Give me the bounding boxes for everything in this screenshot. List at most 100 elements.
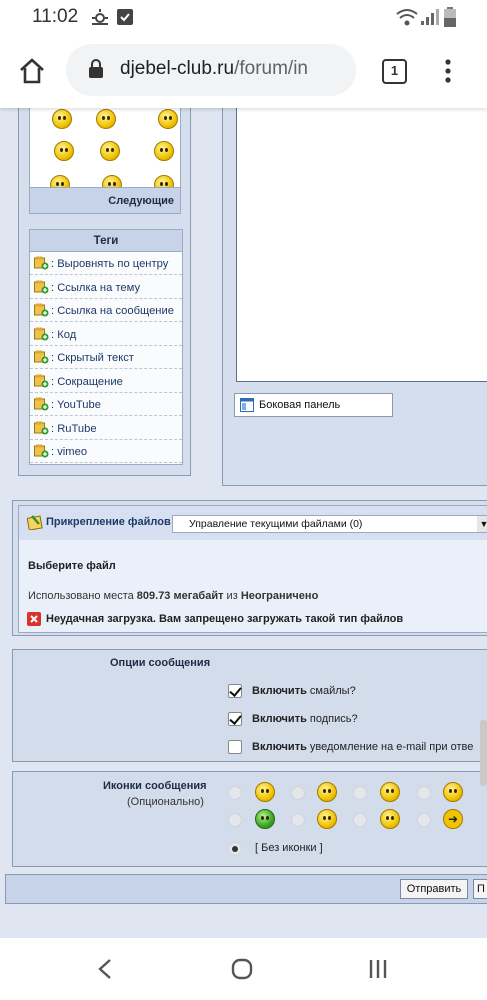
tag-item-label: : Ссылка на сообщение bbox=[51, 305, 174, 317]
icon-radio[interactable] bbox=[417, 786, 431, 800]
message-icons-frame: Иконки сообщения (Опционально) ➜ [ Без и… bbox=[12, 771, 487, 867]
tag-insert-icon bbox=[34, 374, 49, 387]
message-icon-smile[interactable] bbox=[255, 782, 275, 802]
tag-item-label: : Скрытый текст bbox=[51, 352, 134, 364]
upload-error-message: Неудачная загрузка. Вам запрещено загруж… bbox=[46, 613, 404, 625]
message-icons-title: Иконки сообщения bbox=[103, 780, 207, 792]
tag-insert-icon bbox=[34, 280, 49, 293]
status-time: 11:02 bbox=[32, 6, 79, 27]
message-icon-cool[interactable] bbox=[380, 809, 400, 829]
message-icon-annoyed[interactable] bbox=[380, 782, 400, 802]
manage-files-select-value: Управление текущими файлами (0) bbox=[189, 518, 363, 530]
tag-item[interactable]: : Код bbox=[30, 324, 182, 346]
option-label-bold: Включить bbox=[252, 713, 307, 725]
option-label-bold: Включить bbox=[252, 741, 307, 753]
action-bar: Отправить П bbox=[5, 874, 487, 904]
message-options-title: Опции сообщения bbox=[110, 657, 211, 669]
system-nav-bar bbox=[0, 938, 487, 1000]
tag-insert-icon bbox=[34, 350, 49, 364]
no-icon-radio[interactable] bbox=[228, 842, 242, 856]
message-icon-arrow[interactable]: ➜ bbox=[443, 809, 463, 829]
sidebar-panel-icon bbox=[240, 398, 254, 412]
smiley-icon[interactable] bbox=[154, 141, 174, 161]
option-checkbox[interactable] bbox=[228, 740, 242, 754]
smiley-icon[interactable] bbox=[96, 109, 116, 129]
option-checkbox[interactable] bbox=[228, 712, 242, 726]
home-circle-icon[interactable] bbox=[231, 958, 253, 980]
tag-item[interactable]: : Сокращение bbox=[30, 371, 182, 393]
tag-insert-icon bbox=[34, 303, 49, 317]
icon-radio[interactable] bbox=[228, 786, 242, 800]
tab-switcher-button[interactable]: 1 bbox=[382, 59, 407, 84]
tag-item[interactable]: : Ссылка на сообщение bbox=[30, 300, 182, 322]
icon-radio[interactable] bbox=[417, 813, 431, 827]
signal-icon bbox=[421, 9, 439, 25]
tag-item-label: : RuTube bbox=[51, 422, 97, 435]
choose-file-label[interactable]: Выберите файл bbox=[28, 560, 116, 572]
tags-panel: Теги : Выровнять по центру : Ссылка на те… bbox=[29, 229, 183, 465]
smilies-next-link[interactable]: Следующие bbox=[30, 187, 180, 213]
page-content: Следующие Теги : Выровнять по центру : Сс… bbox=[0, 108, 487, 938]
tag-item[interactable]: : Ссылка на тему bbox=[30, 277, 182, 299]
storage-usage-mid: из bbox=[223, 590, 241, 602]
tag-item[interactable]: : YouTube bbox=[30, 394, 182, 416]
tag-insert-icon bbox=[34, 327, 49, 340]
scrollbar-thumb[interactable] bbox=[480, 720, 487, 786]
preview-button[interactable]: П bbox=[473, 879, 487, 899]
smiley-icon[interactable] bbox=[100, 141, 120, 161]
option-label[interactable]: Включить подпись? bbox=[252, 713, 358, 725]
smilies-panel: Следующие bbox=[29, 108, 181, 214]
option-label-bold: Включить bbox=[252, 685, 307, 697]
tag-item[interactable]: : vimeo bbox=[30, 441, 182, 463]
option-label-rest: уведомление на e-mail при отве bbox=[306, 741, 474, 753]
attachments-panel: Прикрепление файлов Управление текущими … bbox=[18, 505, 487, 633]
url-text: djebel-club.ru/forum/in bbox=[120, 58, 308, 80]
tags-title: Теги bbox=[30, 230, 182, 252]
sidebar-toggle-button[interactable]: Боковая панель bbox=[234, 393, 393, 417]
message-icon-sick[interactable] bbox=[255, 809, 275, 829]
option-label-rest: подпись? bbox=[306, 713, 358, 725]
submit-button[interactable]: Отправить bbox=[400, 879, 468, 899]
tag-item[interactable]: : Скрытый текст bbox=[30, 347, 182, 369]
tag-item-label: : YouTube bbox=[51, 399, 101, 411]
address-bar[interactable]: djebel-club.ru/forum/in bbox=[66, 44, 356, 96]
home-icon[interactable] bbox=[18, 57, 46, 85]
tag-item[interactable]: : Выровнять по центру bbox=[30, 253, 182, 275]
status-bar: 11:02 bbox=[0, 0, 487, 36]
smiley-icon[interactable] bbox=[52, 109, 72, 129]
tag-insert-icon bbox=[34, 397, 49, 411]
recents-icon[interactable] bbox=[368, 958, 388, 980]
tag-insert-icon bbox=[34, 256, 49, 270]
icon-radio[interactable] bbox=[353, 786, 367, 800]
weather-icon bbox=[92, 9, 108, 25]
tag-insert-icon bbox=[34, 444, 49, 458]
smiley-icon[interactable] bbox=[158, 109, 178, 129]
storage-usage-value: 809.73 мегабайт bbox=[136, 590, 224, 602]
tag-item-label: : Ссылка на тему bbox=[51, 281, 141, 294]
tag-item-label: : vimeo bbox=[51, 446, 88, 458]
tag-item-label: : Выровнять по центру bbox=[51, 258, 169, 270]
back-icon[interactable] bbox=[97, 958, 113, 980]
message-icon-tongue[interactable] bbox=[443, 782, 463, 802]
tag-item[interactable]: : RuTube bbox=[30, 418, 182, 440]
attachments-label: Прикрепление файлов bbox=[46, 516, 171, 528]
icon-radio[interactable] bbox=[228, 813, 242, 827]
storage-usage: Использовано места 809.73 мегабайт из Не… bbox=[28, 590, 318, 602]
tag-item-label: : Код bbox=[51, 328, 77, 341]
menu-dots-icon[interactable] bbox=[444, 58, 452, 86]
storage-usage-prefix: Использовано места bbox=[28, 590, 137, 602]
icon-radio[interactable] bbox=[353, 813, 367, 827]
smiley-icon[interactable] bbox=[54, 141, 74, 161]
option-label[interactable]: Включить смайлы? bbox=[252, 685, 356, 697]
message-icon-frown[interactable] bbox=[317, 782, 337, 802]
message-icon-confused[interactable] bbox=[317, 809, 337, 829]
message-textarea[interactable] bbox=[236, 108, 487, 382]
option-checkbox[interactable] bbox=[228, 684, 242, 698]
no-icon-label: [ Без иконки ] bbox=[255, 842, 323, 854]
option-label[interactable]: Включить уведомление на e-mail при отве bbox=[252, 741, 473, 753]
sidebar-toggle-label: Боковая панель bbox=[259, 399, 341, 411]
icon-radio[interactable] bbox=[291, 813, 305, 827]
lock-icon bbox=[89, 59, 103, 78]
manage-files-select[interactable]: Управление текущими файлами (0) ▼ bbox=[172, 515, 487, 533]
icon-radio[interactable] bbox=[291, 786, 305, 800]
